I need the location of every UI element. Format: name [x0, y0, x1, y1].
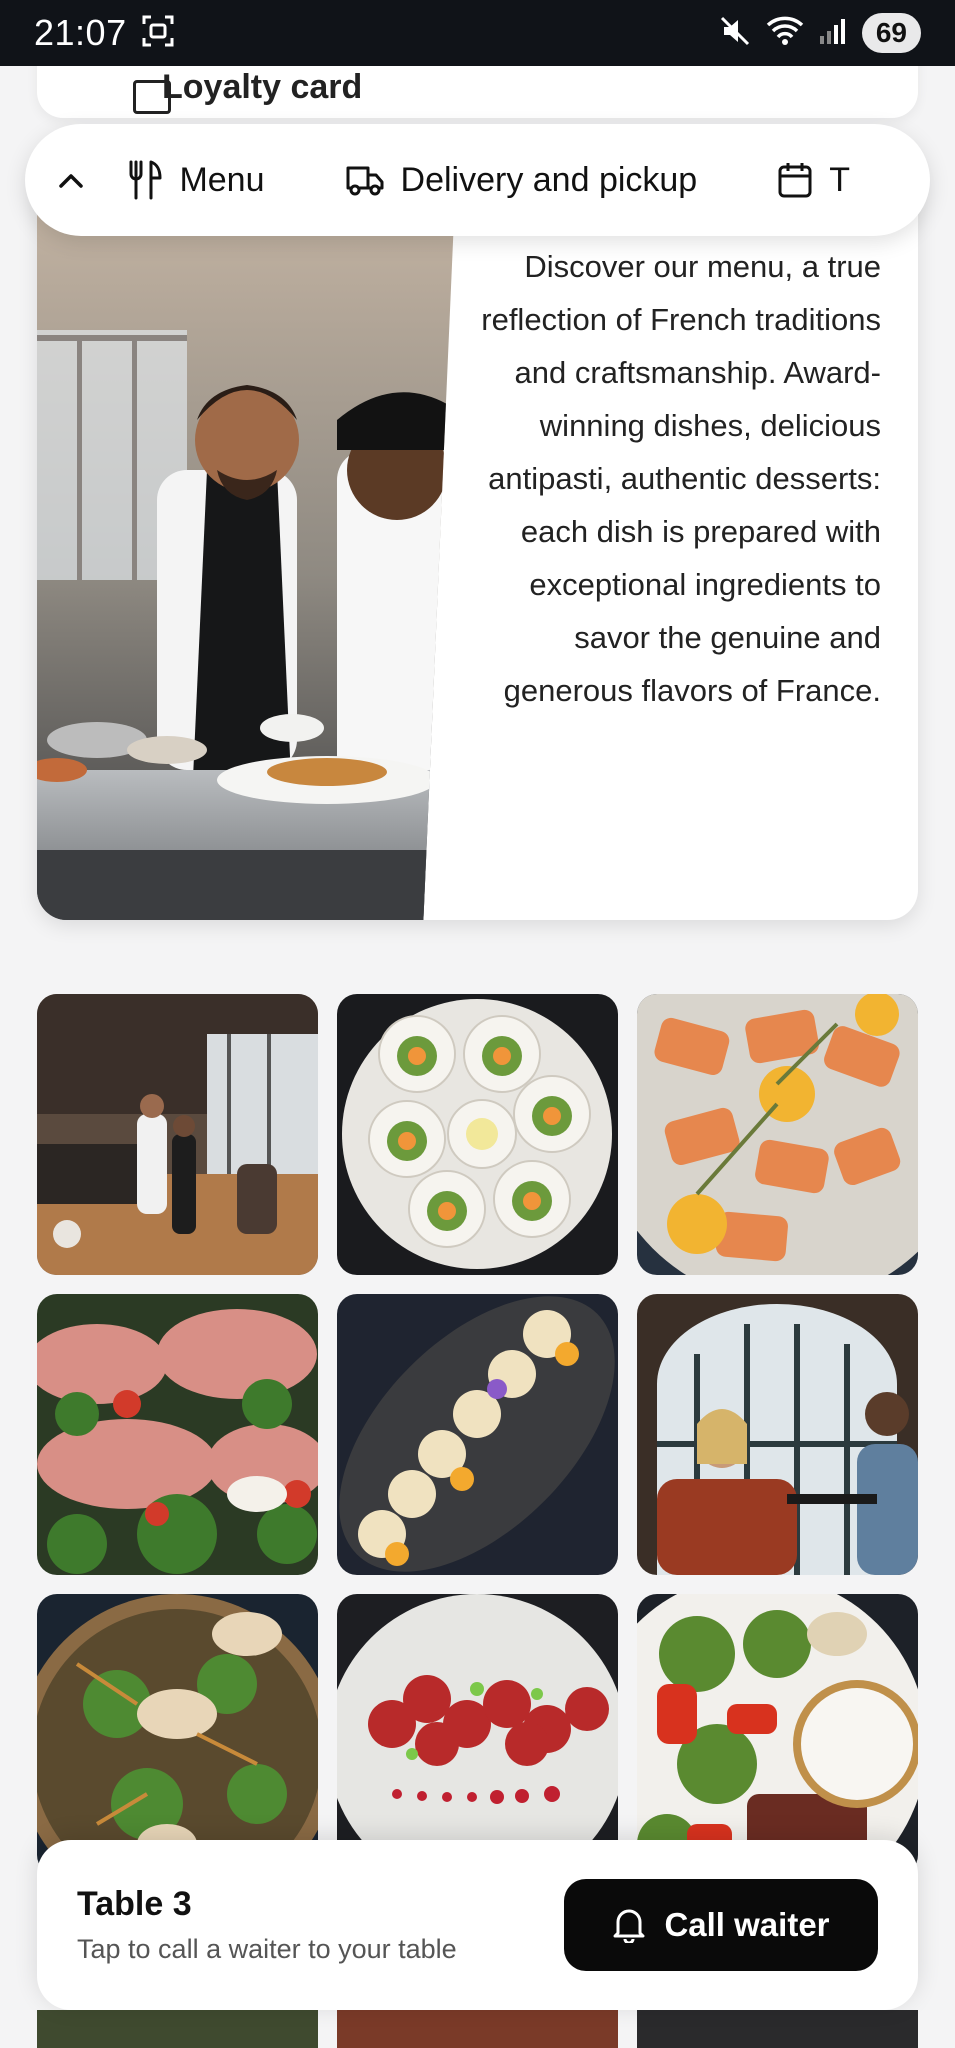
- photo-gallery: [37, 994, 918, 1875]
- gallery-photo[interactable]: [637, 2010, 918, 2048]
- gallery-photo[interactable]: [37, 2010, 318, 2048]
- gallery-photo[interactable]: [337, 1594, 618, 1875]
- table-subtitle: Tap to call a waiter to your table: [77, 1934, 457, 1964]
- table-title: Table 3: [77, 1885, 192, 1923]
- nav-item-booking[interactable]: T: [777, 161, 850, 200]
- menu-intro-card: Discover our menu, a true reflection of …: [37, 150, 918, 920]
- nav-item-label: T: [829, 160, 850, 199]
- gallery-photo[interactable]: [337, 1294, 618, 1575]
- nav-item-label: Delivery and pickup: [400, 160, 698, 199]
- call-waiter-button[interactable]: Call waiter: [564, 1879, 878, 1971]
- status-time: 21:07: [34, 12, 127, 53]
- gallery-photo[interactable]: [637, 1294, 918, 1575]
- gallery-photo[interactable]: [337, 994, 618, 1275]
- bell-icon: [613, 1909, 645, 1943]
- nav-item-delivery[interactable]: Delivery and pickup: [345, 160, 698, 200]
- mute-icon: [718, 14, 752, 53]
- table-info: Table 3 Tap to call a waiter to your tab…: [77, 1885, 457, 1965]
- nav-item-label: Menu: [179, 160, 265, 199]
- status-bar: 21:07 69: [0, 0, 955, 66]
- call-waiter-label: Call waiter: [664, 1906, 830, 1943]
- loyalty-card-label: Loyalty card: [162, 68, 363, 106]
- gallery-photo[interactable]: [37, 1594, 318, 1875]
- gallery-photo[interactable]: [37, 1294, 318, 1575]
- chefs-photo: [37, 150, 457, 920]
- gallery-photo[interactable]: [337, 2010, 618, 2048]
- gallery-photo[interactable]: [637, 1594, 918, 1875]
- section-nav: Menu Delivery and pickup T: [25, 124, 930, 236]
- collapse-button[interactable]: [55, 150, 87, 210]
- truck-icon: [346, 166, 384, 196]
- menu-intro-text: Discover our menu, a true reflection of …: [481, 249, 881, 708]
- gallery-next-row: [37, 2010, 918, 2048]
- screenshot-icon: [141, 14, 175, 53]
- utensils-icon: [129, 160, 162, 200]
- chevron-up-icon: [59, 174, 83, 188]
- calendar-icon: [778, 163, 812, 198]
- battery-indicator: 69: [861, 13, 921, 53]
- gallery-photo[interactable]: [637, 994, 918, 1275]
- gallery-photo[interactable]: [37, 994, 318, 1275]
- signal-icon: [818, 16, 848, 51]
- status-left: 21:07: [34, 12, 175, 54]
- status-right: 69: [718, 13, 921, 53]
- wifi-icon: [766, 15, 804, 52]
- nav-item-menu[interactable]: Menu: [127, 160, 265, 200]
- call-waiter-panel: Table 3 Tap to call a waiter to your tab…: [37, 1840, 918, 2010]
